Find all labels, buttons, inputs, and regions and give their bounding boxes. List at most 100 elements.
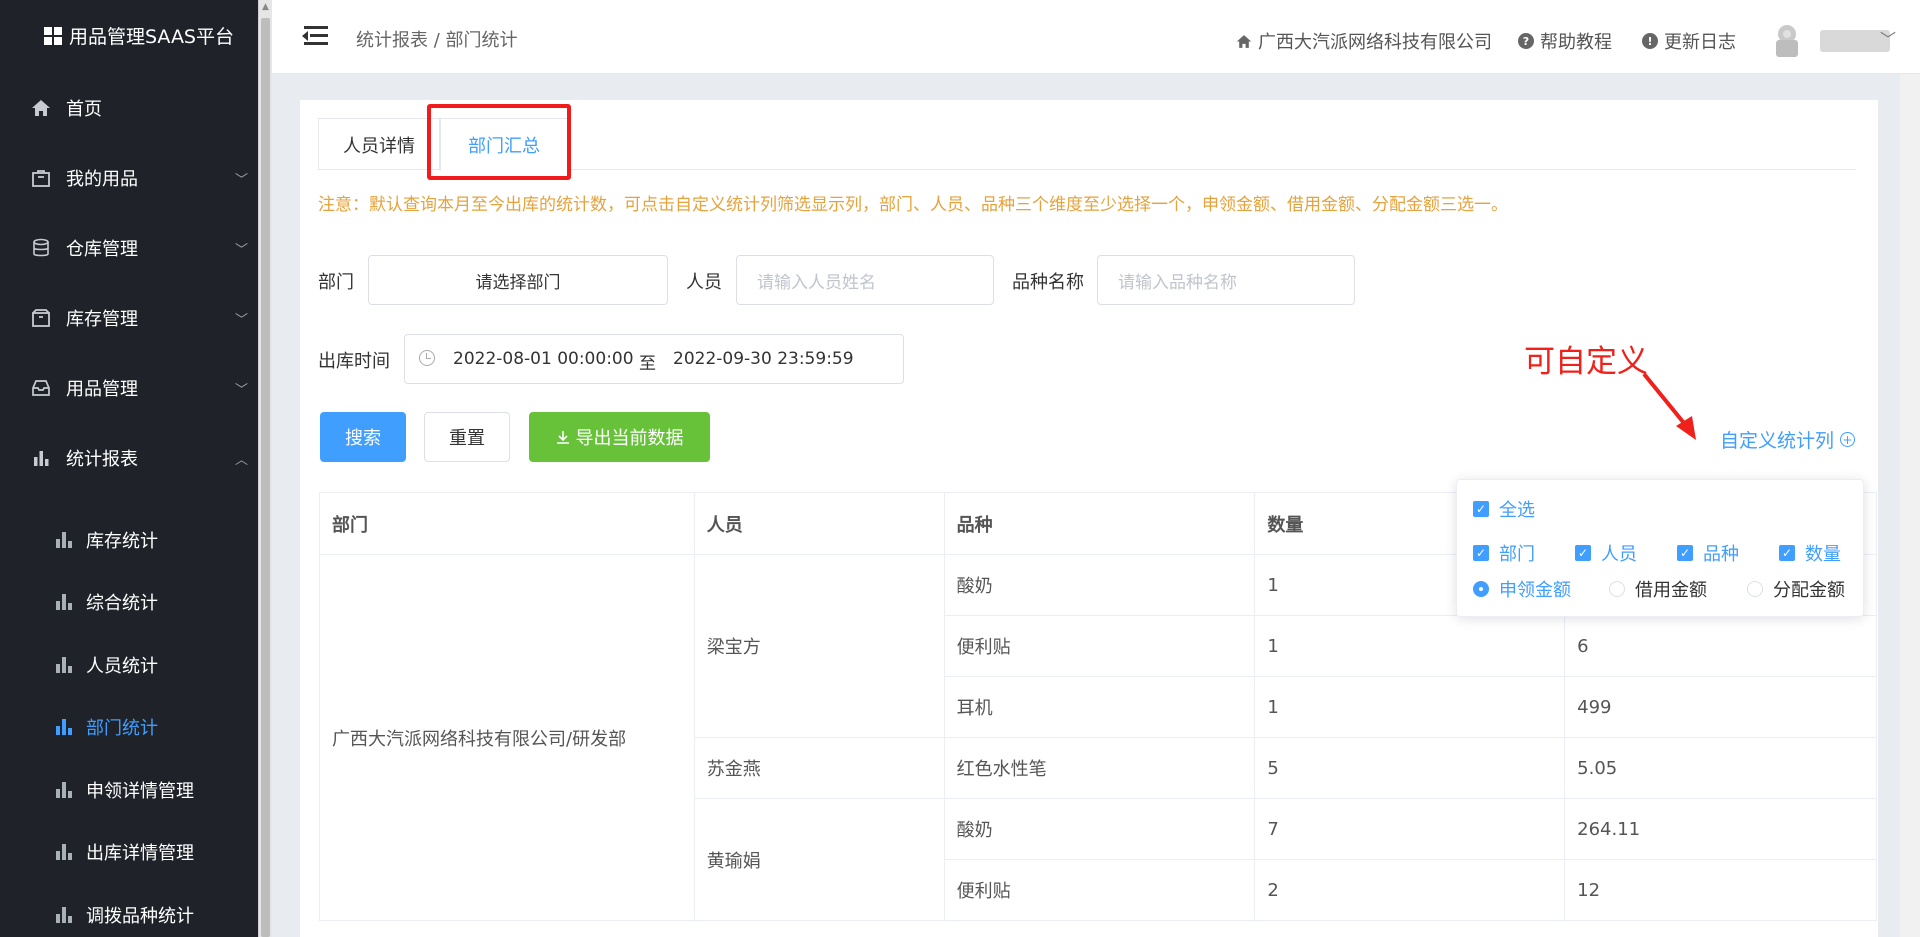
- custom-columns-link[interactable]: 自定义统计列 +: [1720, 426, 1856, 453]
- bar-chart-icon: [56, 782, 72, 798]
- date-separator: 至: [639, 354, 656, 374]
- variety-cell: 耳机: [943, 676, 1256, 738]
- sidebar-subitem-label: 申领详情管理: [86, 781, 194, 802]
- sidebar: 用品管理SAAS平台 首页 我的用品 ﹀ 仓库管理 ﹀ 库存管理 ﹀ 用品管理 …: [0, 0, 258, 937]
- checkmark-icon: ✓: [1473, 545, 1489, 561]
- bar-chart-icon: [56, 594, 72, 610]
- chevron-down-icon[interactable]: ﹀: [1880, 26, 1896, 50]
- person-label: 人员: [686, 272, 722, 293]
- sidebar-item-warehouse[interactable]: 仓库管理 ﹀: [0, 223, 258, 273]
- tab-person-detail[interactable]: 人员详情: [318, 118, 440, 170]
- avatar[interactable]: [1770, 22, 1804, 58]
- sidebar-subitem-outbound-details[interactable]: 出库详情管理: [0, 828, 258, 876]
- checkmark-icon: ✓: [1473, 501, 1489, 517]
- bar-chart-icon: [56, 719, 72, 735]
- export-button[interactable]: 导出当前数据: [529, 412, 710, 462]
- amount-cell: 499: [1564, 676, 1877, 738]
- bar-chart-icon: [56, 844, 72, 860]
- radio-label: 借用金额: [1635, 580, 1707, 601]
- annotation-arrow-icon: [1642, 372, 1696, 440]
- checkmark-icon: ✓: [1677, 545, 1693, 561]
- qty-checkbox[interactable]: ✓ 数量: [1779, 540, 1841, 566]
- radio-dot-icon: [1747, 581, 1763, 597]
- sidebar-subitem-label: 人员统计: [86, 656, 158, 677]
- custom-columns-label: 自定义统计列: [1720, 430, 1835, 452]
- dept-cell: 广西大汽派网络科技有限公司/研发部: [319, 554, 695, 921]
- chevron-down-icon: ﹀: [234, 242, 248, 258]
- sidebar-item-my-supplies[interactable]: 我的用品 ﹀: [0, 153, 258, 203]
- checkmark-icon: ✓: [1779, 545, 1795, 561]
- bag-icon: [30, 167, 52, 189]
- company-link[interactable]: 广西大汽派网络科技有限公司: [1236, 28, 1492, 54]
- amount-cell: 5.05: [1564, 737, 1877, 799]
- sidebar-item-label: 库存管理: [66, 309, 138, 330]
- sidebar-subitem-label: 库存统计: [86, 531, 158, 552]
- sidebar-subitem-stock-stats[interactable]: 库存统计: [0, 516, 258, 564]
- variety-cell: 红色水性笔: [943, 737, 1256, 799]
- radio-dot-icon: [1609, 581, 1625, 597]
- notice-text: 注意：默认查询本月至今出库的统计数，可点击自定义统计列筛选显示列，部门、人员、品…: [318, 195, 1508, 215]
- column-header: 部门: [319, 492, 695, 555]
- amount-cell: 264.11: [1564, 798, 1877, 860]
- qty-cell: 2: [1254, 859, 1566, 921]
- sidebar-subitem-transfer-stats[interactable]: 调拨品种统计: [0, 891, 258, 937]
- scroll-up-arrow-icon[interactable]: ▲: [262, 2, 269, 12]
- qty-cell: 1: [1254, 615, 1566, 677]
- home-icon: [1236, 34, 1252, 48]
- sidebar-item-supplies[interactable]: 用品管理 ﹀: [0, 363, 258, 413]
- checkbox-label: 部门: [1499, 544, 1535, 565]
- person-input[interactable]: 请输入人员姓名: [736, 255, 994, 305]
- bar-chart-icon: [30, 447, 52, 469]
- checkmark-icon: ✓: [1575, 545, 1591, 561]
- box-icon: [30, 307, 52, 329]
- reset-button[interactable]: 重置: [424, 412, 510, 462]
- sidebar-subitem-person-stats[interactable]: 人员统计: [0, 641, 258, 689]
- date-start[interactable]: 2022-08-01 00:00:00: [453, 349, 634, 369]
- help-label: 帮助教程: [1540, 32, 1612, 53]
- date-range-picker[interactable]: 2022-08-01 00:00:00 至 2022-09-30 23:59:5…: [404, 334, 904, 384]
- top-header: 统计报表 / 部门统计 广西大汽派网络科技有限公司 ? 帮助教程 ! 更新日志 …: [272, 0, 1920, 74]
- hamburger-icon[interactable]: [302, 26, 328, 46]
- borrow-amount-radio[interactable]: 借用金额: [1609, 576, 1707, 602]
- sidebar-item-label: 我的用品: [66, 169, 138, 190]
- person-checkbox[interactable]: ✓ 人员: [1575, 540, 1637, 566]
- download-icon: [556, 431, 569, 444]
- chevron-down-icon: ﹀: [234, 382, 248, 398]
- help-link[interactable]: ? 帮助教程: [1518, 28, 1612, 54]
- variety-input[interactable]: 请输入品种名称: [1097, 255, 1355, 305]
- variety-cell: 酸奶: [943, 798, 1256, 860]
- amount-cell: 12: [1564, 859, 1877, 921]
- sidebar-scrollbar-thumb[interactable]: [261, 18, 270, 937]
- sidebar-subitem-dept-stats[interactable]: 部门统计: [0, 703, 258, 751]
- sidebar-item-inventory[interactable]: 库存管理 ﹀: [0, 293, 258, 343]
- qty-cell: 5: [1254, 737, 1566, 799]
- checkbox-label: 全选: [1499, 500, 1535, 521]
- highlight-box: [427, 104, 571, 180]
- radio-dot-icon: [1473, 581, 1489, 597]
- page-scrollbar[interactable]: [1900, 74, 1920, 937]
- apply-amount-radio[interactable]: 申领金额: [1473, 576, 1571, 602]
- dept-checkbox[interactable]: ✓ 部门: [1473, 540, 1535, 566]
- person-cell: 苏金燕: [693, 737, 945, 799]
- changelog-link[interactable]: ! 更新日志: [1642, 28, 1736, 54]
- sidebar-subitem-overall-stats[interactable]: 综合统计: [0, 578, 258, 626]
- amount-cell: 6: [1564, 615, 1877, 677]
- app-logo[interactable]: 用品管理SAAS平台: [44, 22, 234, 49]
- company-name: 广西大汽派网络科技有限公司: [1258, 32, 1492, 53]
- sidebar-item-reports[interactable]: 统计报表 ︿: [0, 433, 258, 483]
- checkbox-label: 品种: [1703, 544, 1739, 565]
- sidebar-scrollbar[interactable]: ▲: [258, 0, 272, 937]
- alloc-amount-radio[interactable]: 分配金额: [1747, 576, 1845, 602]
- variety-checkbox[interactable]: ✓ 品种: [1677, 540, 1739, 566]
- sidebar-item-home[interactable]: 首页: [0, 83, 258, 133]
- date-end[interactable]: 2022-09-30 23:59:59: [673, 349, 854, 369]
- grid-logo-icon: [44, 26, 62, 45]
- select-all-checkbox[interactable]: ✓ 全选: [1473, 496, 1535, 522]
- variety-cell: 便利贴: [943, 859, 1256, 921]
- custom-columns-popover: ✓ 全选 ✓ 部门 ✓ 人员 ✓ 品种 ✓ 数量 申领金额 借用金额 分配金额: [1456, 479, 1864, 617]
- search-button[interactable]: 搜索: [320, 412, 406, 462]
- sidebar-subitem-apply-details[interactable]: 申领详情管理: [0, 766, 258, 814]
- bar-chart-icon: [56, 532, 72, 548]
- dept-select[interactable]: 请选择部门: [368, 255, 668, 305]
- changelog-label: 更新日志: [1664, 32, 1736, 53]
